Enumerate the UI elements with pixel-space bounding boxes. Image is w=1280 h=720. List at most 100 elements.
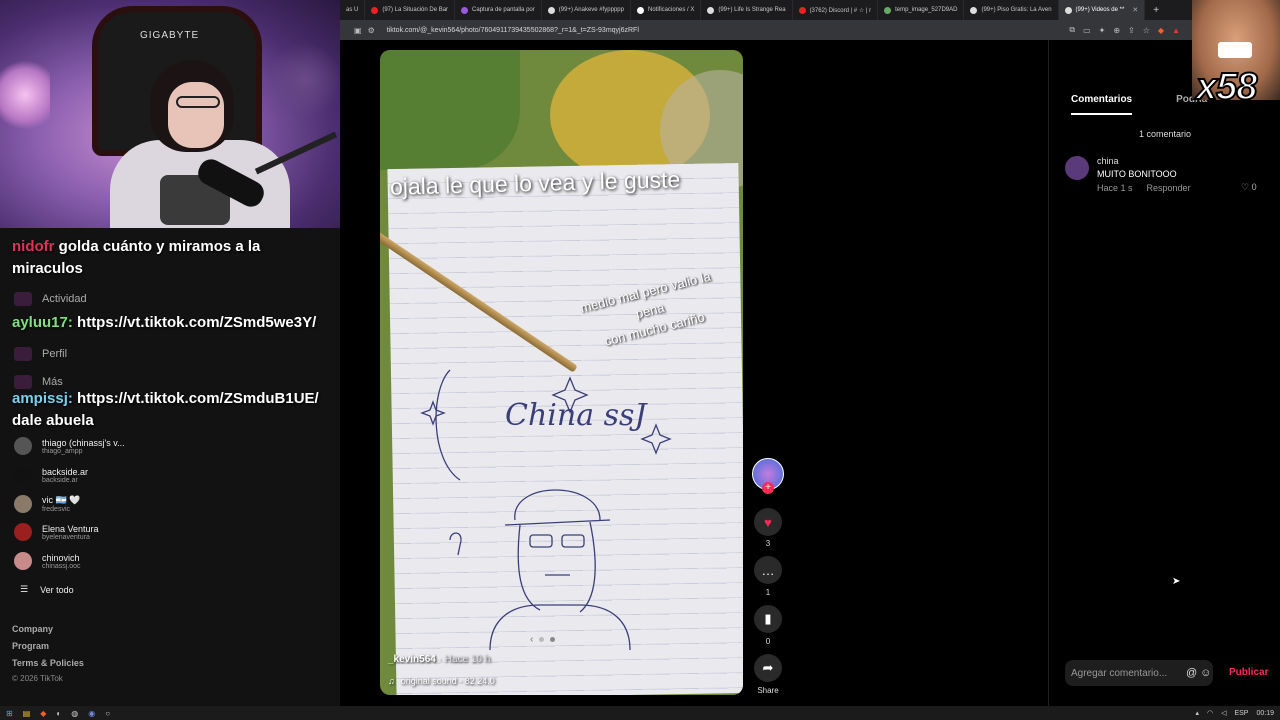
photo-post[interactable]: ojala le que lo vea y le guste medio mal…	[380, 50, 743, 695]
tab-comments[interactable]: Comentarios	[1071, 94, 1133, 115]
volume-icon[interactable]: ◁	[1221, 709, 1226, 717]
post-time: · Hace 10 h	[438, 654, 491, 665]
browser-tab[interactable]: (99+) Anakeve #fyppppp	[542, 0, 631, 20]
mention-icon[interactable]: @	[1186, 667, 1197, 679]
tab-label: (3762) Discord | # ☆ | r	[809, 7, 872, 14]
browser-tab[interactable]: as U	[340, 0, 366, 20]
tab-label: as U	[346, 7, 359, 13]
browser-tab-bar: as U (97) La Situación De Bar Captura de…	[340, 0, 1280, 20]
tray-clock[interactable]: 00:19	[1256, 710, 1274, 717]
comment-user[interactable]: china	[1097, 156, 1119, 166]
comments-tabs: Comentarios Podría	[1071, 94, 1207, 115]
share-icon[interactable]: ⇪	[1128, 26, 1135, 35]
post-author[interactable]: _kevin564 · Hace 10 h	[388, 654, 490, 665]
like-count: 3	[765, 539, 771, 548]
bookmark-icon[interactable]: ▣	[354, 26, 362, 35]
youtube-icon	[798, 6, 806, 14]
tab-label: (99+) Anakeve #fyppppp	[558, 7, 624, 13]
comment-button[interactable]: …	[754, 556, 782, 584]
see-all-link[interactable]: ☰ Ver todo	[20, 584, 74, 595]
publish-button[interactable]: Publicar	[1229, 667, 1268, 678]
file-explorer-icon[interactable]: ▤	[23, 709, 31, 718]
site-info-icon[interactable]: ⚙	[368, 26, 375, 35]
like-button[interactable]: ♥	[754, 508, 782, 536]
multiplier-badge: x58	[1195, 65, 1258, 109]
following-account[interactable]: vic 🇦🇷 🤍 fredesvic	[14, 495, 80, 513]
footer-link-terms[interactable]: Terms & Policies	[12, 658, 84, 668]
youtube-icon	[371, 6, 379, 14]
star-icon[interactable]: ☆	[1143, 26, 1150, 35]
drawing-stroke	[529, 534, 553, 548]
url-field[interactable]: tiktok.com/@_kevin564/photo/760491173943…	[387, 27, 639, 34]
emoji-icon[interactable]: ☺	[1200, 667, 1211, 679]
footer-link-program[interactable]: Program	[12, 641, 49, 651]
tab-label: (97) La Situación De Bar	[382, 7, 449, 13]
avatar	[14, 552, 32, 570]
account-name: backside.ar	[42, 466, 89, 477]
browser-tab[interactable]: (97) La Situación De Bar	[365, 0, 456, 20]
reply-button[interactable]: Responder	[1147, 183, 1191, 193]
drawing-stroke	[449, 532, 462, 556]
rewards-icon[interactable]: ▲	[1172, 26, 1180, 35]
x-icon	[636, 6, 644, 14]
tiktok-icon	[547, 6, 555, 14]
new-tab-button[interactable]: +	[1145, 5, 1167, 16]
following-account[interactable]: backside.ar backside.ar	[14, 466, 88, 484]
account-handle: byelenaventura	[42, 533, 90, 541]
comment-text: MUITO BONITOOO	[1097, 169, 1177, 179]
browser-tab[interactable]: (99+) Piso Gratis: La Aven	[964, 0, 1059, 20]
list-icon: ☰	[20, 584, 29, 594]
account-name: chinovich	[42, 552, 80, 563]
comment-input[interactable]	[1071, 667, 1183, 679]
drawing-stroke	[514, 489, 601, 521]
follow-plus-icon[interactable]: +	[762, 482, 774, 494]
mouse-cursor-icon: ➤	[1172, 576, 1181, 587]
following-account[interactable]: Elena Ventura byelenaventura	[14, 523, 99, 541]
browser-tab[interactable]: Notificaciones / X	[631, 0, 702, 20]
share-button[interactable]: ➦	[754, 654, 782, 682]
meme-overlay: x58	[1192, 0, 1280, 114]
app-icon[interactable]: ◐	[56, 709, 61, 718]
tray-icon[interactable]: ▴	[1195, 709, 1199, 717]
chevron-left-icon[interactable]: ‹	[530, 634, 533, 645]
tiktok-icon	[1064, 6, 1072, 14]
avatar[interactable]	[1065, 156, 1089, 180]
browser-tab[interactable]: (3762) Discord | # ☆ | r	[793, 0, 879, 20]
brave-shield-icon[interactable]: ◆	[1158, 26, 1164, 35]
close-tab-icon[interactable]: ✕	[1132, 6, 1138, 14]
wifi-icon[interactable]: ◠	[1207, 709, 1213, 717]
screenshot-icon	[461, 6, 469, 14]
drawing-stroke	[489, 604, 631, 650]
browser-tab[interactable]: (99+) Life Is Strange Rea	[701, 0, 793, 20]
glasses	[176, 96, 220, 108]
music-note-icon: ♫	[388, 676, 395, 686]
browser-tab[interactable]: temp_image_527D9AD	[878, 0, 965, 20]
pagination-dot[interactable]	[539, 637, 545, 642]
browser-tab-active[interactable]: (99+) Videos de ** ✕	[1058, 0, 1146, 20]
account-handle: backside.ar	[42, 476, 78, 484]
system-tray: ▴ ◠ ◁ ESP 00:19	[1195, 709, 1280, 718]
comment-input-box: @ ☺	[1065, 660, 1213, 686]
app-icon[interactable]: ◍	[71, 709, 78, 718]
screenshot-icon[interactable]: ▭	[1083, 26, 1091, 35]
post-sound[interactable]: ♫ original sound - 82.24.0	[388, 676, 495, 686]
comment-time: Hace 1 s	[1097, 183, 1133, 193]
extensions-icon[interactable]: ✦	[1099, 26, 1106, 35]
windows-start-icon[interactable]: ⊞	[6, 709, 13, 718]
avatar	[14, 466, 32, 484]
footer-link-company[interactable]: Company	[12, 624, 53, 634]
discord-icon[interactable]: ◉	[88, 709, 95, 718]
zoom-icon[interactable]: ⊕	[1113, 26, 1120, 35]
taskbar: ⊞ ▤ ◆ ◐ ◍ ◉ ○ ▴ ◠ ◁ ESP 00:19	[0, 706, 1280, 720]
tray-language[interactable]: ESP	[1234, 710, 1248, 717]
browser-tab[interactable]: Captura de pantalla por	[455, 0, 542, 20]
following-account[interactable]: chinovich chinassj.ooc	[14, 552, 81, 570]
reader-icon[interactable]: ⧉	[1069, 25, 1075, 35]
address-bar: ▣ ⚙ tiktok.com/@_kevin564/photo/76049117…	[340, 20, 1280, 40]
obs-icon[interactable]: ○	[105, 709, 110, 718]
comment-like-button[interactable]: ♡ 0	[1241, 182, 1257, 193]
pagination-dot[interactable]	[550, 637, 556, 642]
save-button[interactable]: ▮	[754, 605, 782, 633]
brave-icon[interactable]: ◆	[40, 709, 46, 718]
chat-message: ayluu17: https://vt.tiktok.com/ZSmd5we3Y…	[12, 312, 332, 334]
